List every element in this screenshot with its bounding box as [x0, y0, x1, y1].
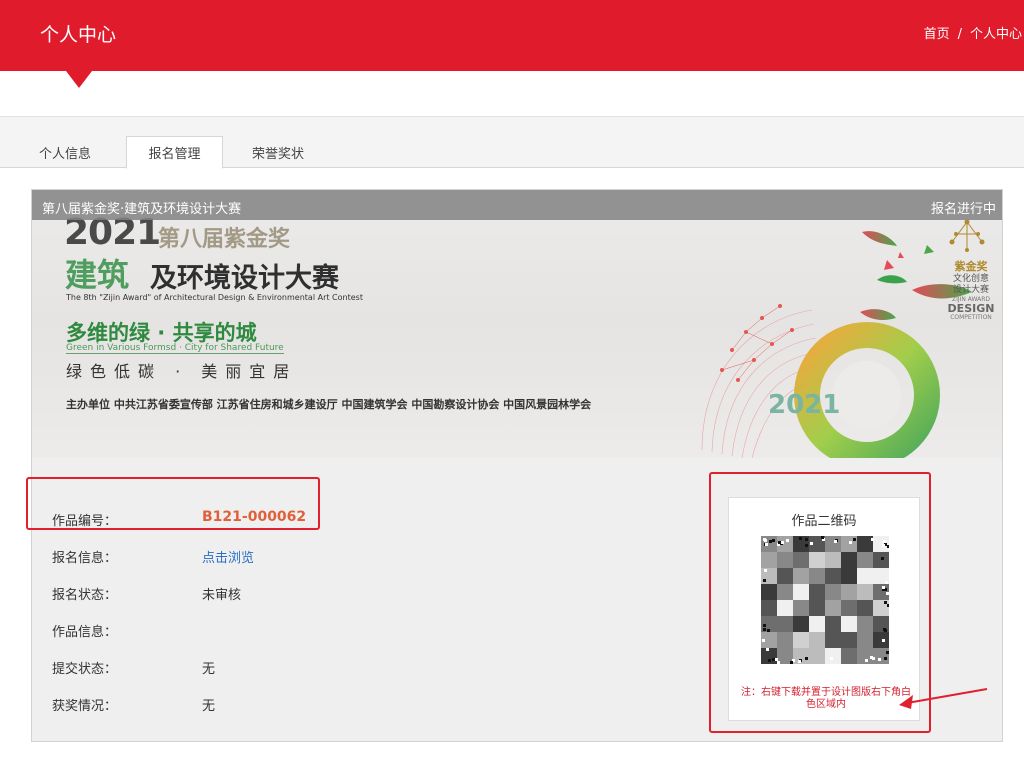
- award-logo: 紫金奖 文化创意 设计大赛 ZIJIN AWARD DESIGN COMPETI…: [944, 258, 998, 321]
- logo-line-6: COMPETITION: [950, 314, 992, 321]
- breadcrumb: 首页 / 个人中心: [924, 23, 1022, 42]
- card-title-bar: 第八届紫金奖·建筑及环境设计大赛 报名进行中: [32, 190, 1002, 220]
- field-label-registration-info: 报名信息：: [52, 551, 118, 566]
- annotation-arrow-icon: [899, 688, 988, 709]
- tab-bar: 个人信息 报名管理 荣誉奖状: [0, 116, 1024, 169]
- logo-line-5: DESIGN: [947, 302, 995, 315]
- logo-line-3: 设计大赛: [952, 285, 989, 295]
- field-value-submit-status: 无: [202, 662, 216, 677]
- tab-registration-management[interactable]: 报名管理: [126, 136, 223, 169]
- tab-personal-info[interactable]: 个人信息: [39, 143, 91, 162]
- field-label-award-status: 获奖情况：: [52, 699, 118, 714]
- banner-contest: 及环境设计大赛: [150, 263, 339, 294]
- header-pointer: [66, 71, 92, 88]
- field-value-award-status: 无: [202, 699, 216, 714]
- field-label-registration-status: 报名状态：: [52, 588, 118, 603]
- breadcrumb-home-link[interactable]: 首页: [924, 27, 950, 42]
- contest-banner: 2021 第八届紫金奖 建筑 及环境设计大赛 The 8th "Zijin Aw…: [32, 190, 1002, 458]
- field-label-work-info: 作品信息：: [52, 625, 118, 640]
- banner-english-title: The 8th "Zijin Award" of Architectural D…: [66, 293, 363, 302]
- highlight-box-work-number: [26, 477, 320, 530]
- card-title: 第八届紫金奖·建筑及环境设计大赛: [42, 202, 242, 217]
- breadcrumb-separator: /: [957, 27, 962, 42]
- logo-line-2: 文化创意: [952, 274, 989, 284]
- banner-theme-english: Green in Various Formsd · City for Share…: [66, 343, 284, 354]
- top-header: 个人中心 首页 / 个人中心: [0, 0, 1024, 88]
- banner-edition: 第八届紫金奖: [158, 227, 291, 252]
- tab-honor-certificates[interactable]: 荣誉奖状: [252, 143, 304, 162]
- banner-organizers: 主办单位 中共江苏省委宣传部 江苏省住房和城乡建设厅 中国建筑学会 中国勘察设计…: [66, 398, 592, 411]
- banner-jian: 建筑: [65, 256, 130, 294]
- view-registration-link[interactable]: 点击浏览: [202, 547, 254, 566]
- field-value-registration-status: 未审核: [202, 588, 242, 603]
- banner-year-badge: 2021: [768, 390, 841, 420]
- field-label-submit-status: 提交状态：: [52, 662, 118, 677]
- page-title: 个人中心: [40, 24, 117, 46]
- registration-status-badge: 报名进行中: [930, 202, 996, 217]
- logo-line-1: 紫金奖: [954, 260, 988, 273]
- breadcrumb-current: 个人中心: [969, 27, 1022, 42]
- banner-slogan: 绿色低碳 · 美丽宜居: [66, 362, 298, 381]
